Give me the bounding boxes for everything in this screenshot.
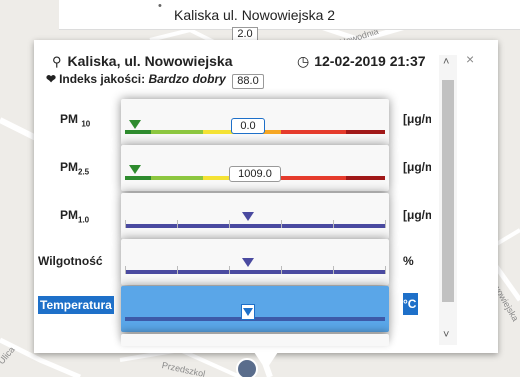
station-marker-icon[interactable]	[236, 358, 258, 377]
scrollbar-thumb[interactable]	[442, 80, 454, 302]
humidity-marker	[242, 258, 254, 267]
scroll-up-icon[interactable]: ˄	[443, 56, 449, 68]
pm1-gauge[interactable]	[121, 193, 389, 239]
location-name: Kaliska, ul. Nowowiejska	[67, 53, 233, 69]
location-bar-title: Kaliska ul. Nowowiejska 2	[174, 7, 336, 23]
humidity-unit: %	[403, 254, 414, 268]
bullet-icon: •	[158, 0, 162, 12]
temperature-gauge[interactable]	[121, 286, 389, 332]
next-gauge	[121, 334, 389, 346]
pm1-marker	[242, 212, 254, 221]
clock-icon: ◷	[297, 53, 310, 69]
map-value-chip: 2.0	[232, 27, 258, 41]
pm1-unit: [μg/m³]	[403, 208, 431, 222]
heart-icon: ❤	[46, 72, 57, 86]
popup-location: ⚲ Kaliska, ul. Nowowiejska	[52, 53, 232, 70]
scale-ticks	[125, 266, 386, 274]
pm10-unit: [μg/m³]	[403, 112, 431, 126]
color-scale	[125, 317, 385, 321]
pm1-label: PM1.0	[60, 208, 90, 225]
scroll-down-icon[interactable]: ˅	[443, 329, 449, 341]
datetime-value: 12-02-2019 21:37	[314, 53, 426, 69]
pm25-value-chip: 1009.0	[229, 166, 281, 182]
humidity-gauge[interactable]	[121, 239, 389, 285]
pm10-marker	[129, 120, 141, 129]
quality-label: Indeks jakości:	[59, 72, 146, 86]
temperature-unit: °C	[403, 293, 418, 315]
temperature-marker	[241, 304, 255, 320]
map-pin-icon: ⚲	[52, 54, 62, 69]
pm25-unit: [μg/m³]	[403, 160, 431, 174]
pm25-marker	[129, 165, 141, 174]
popup-datetime: ◷ 12-02-2019 21:37	[297, 53, 426, 70]
pm10-value-chip[interactable]: 0.0	[231, 118, 265, 134]
scale-ticks	[125, 220, 386, 228]
temperature-label: Temperatura	[38, 296, 114, 314]
quality-value: Bardzo dobry	[148, 72, 226, 86]
pm25-label: PM2.5	[60, 160, 90, 177]
quality-index: ❤ Indeks jakości: Bardzo dobry	[46, 72, 254, 86]
pm10-label: PM 10	[60, 112, 91, 129]
humidity-label: Wilgotność	[38, 254, 103, 268]
close-button[interactable]: ×	[466, 51, 474, 67]
quality-score-chip: 88.0	[232, 74, 264, 89]
location-bar: • Kaliska ul. Nowowiejska 2	[59, 0, 520, 30]
